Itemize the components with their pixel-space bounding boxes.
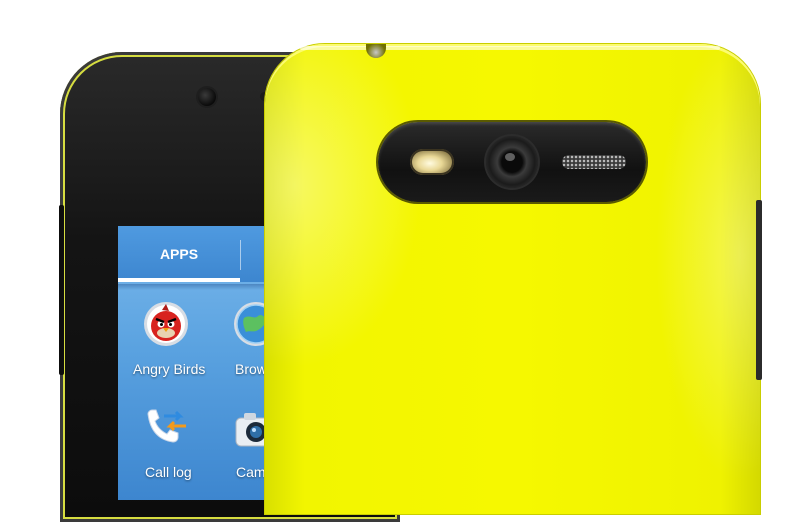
- yellow-back-cover: [265, 44, 760, 514]
- tab-bar-shadow: [118, 284, 278, 290]
- tab-divider: [240, 240, 241, 270]
- tab-apps[interactable]: APPS: [118, 226, 240, 282]
- app-label-camera: Cam: [236, 464, 266, 480]
- app-label-call-log: Call log: [145, 464, 192, 480]
- rear-camera-lens-icon: [486, 136, 538, 188]
- front-camera-icon: [198, 88, 216, 106]
- app-drawer-tab-bar: APPS: [118, 226, 278, 282]
- app-label-angry-birds: Angry Birds: [133, 361, 206, 377]
- angry-birds-icon[interactable]: [142, 300, 190, 348]
- black-phone-side-button: [59, 205, 64, 375]
- call-log-icon[interactable]: [142, 404, 190, 452]
- tab-apps-underline: [118, 278, 240, 282]
- app-label-browser: Brow: [235, 361, 267, 377]
- phone-screen: APPS Angry Birds Brow Call log Cam: [118, 226, 278, 500]
- yellow-phone-side-button: [756, 200, 762, 380]
- lens-glint: [505, 153, 515, 161]
- led-flash-icon: [410, 149, 454, 175]
- top-edge-highlight: [300, 46, 720, 50]
- speaker-grille-icon: [562, 155, 626, 169]
